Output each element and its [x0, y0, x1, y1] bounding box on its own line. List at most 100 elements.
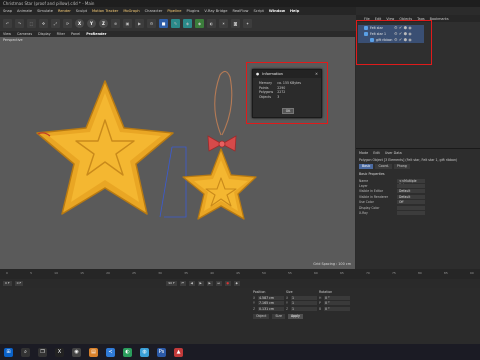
- vscode-icon[interactable]: ≺: [106, 347, 115, 357]
- position-x-field[interactable]: 4.587 cm: [258, 295, 284, 300]
- viewport-menu-display[interactable]: Display: [38, 32, 51, 36]
- display-color-swatch[interactable]: [397, 205, 425, 210]
- size-z-field[interactable]: 1: [291, 306, 317, 311]
- start-frame-field[interactable]: 0 F: [14, 281, 24, 286]
- search-icon[interactable]: ⌕: [21, 347, 30, 357]
- axis-z-button[interactable]: Z: [99, 18, 108, 28]
- tab-phong[interactable]: Phong: [393, 164, 410, 169]
- big-felt-star: [36, 80, 174, 215]
- current-frame-field[interactable]: 0 F: [3, 281, 12, 286]
- section-title: Basic Properties: [359, 172, 385, 176]
- xray-checkbox[interactable]: [397, 211, 425, 216]
- array-icon[interactable]: ◆: [195, 18, 204, 28]
- render-picture-icon[interactable]: ▶: [135, 18, 144, 28]
- edge-icon[interactable]: ◐: [123, 347, 132, 357]
- axis-y-button[interactable]: Y: [87, 18, 96, 28]
- rotation-h-field[interactable]: 0 °: [324, 295, 350, 300]
- menu-pipeline[interactable]: Pipeline: [167, 9, 181, 13]
- cinema4d-icon[interactable]: ◉: [72, 347, 81, 357]
- menu-sculpt[interactable]: Sculpt: [76, 9, 87, 13]
- scale-icon[interactable]: ⤢: [51, 18, 60, 28]
- visible-renderer-select[interactable]: Default: [397, 194, 425, 199]
- tick-label: 80: [417, 270, 422, 275]
- viewport-menu-view[interactable]: View: [3, 32, 11, 36]
- step-forward-icon[interactable]: ▶: [206, 281, 213, 286]
- am-menu-mode[interactable]: Mode: [359, 151, 368, 155]
- coordinate-mode-select[interactable]: Object: [253, 313, 270, 319]
- position-y-field[interactable]: 7.165 cm: [258, 301, 284, 306]
- subdivision-icon[interactable]: ◈: [183, 18, 192, 28]
- use-color-select[interactable]: Off: [397, 200, 425, 205]
- viewport-menu-prorender[interactable]: ProRender: [86, 32, 106, 36]
- rotation-b-field[interactable]: 0 °: [324, 306, 350, 311]
- tab-coord[interactable]: Coord.: [375, 164, 392, 169]
- light-icon[interactable]: ✦: [243, 18, 252, 28]
- tick-label: 60: [314, 270, 318, 275]
- size-y-field[interactable]: 1: [291, 301, 317, 306]
- position-z-field[interactable]: 0.131 cm: [258, 306, 284, 311]
- render-settings-icon[interactable]: ⚙: [147, 18, 156, 28]
- coordinate-row: X 4.587 cm X 1 H 0 °: [250, 295, 356, 301]
- menu-animate[interactable]: Animate: [17, 9, 32, 13]
- viewport-menu-cameras[interactable]: Cameras: [17, 32, 32, 36]
- viewport-menu-filter[interactable]: Filter: [57, 32, 65, 36]
- undo-icon[interactable]: ↶: [3, 18, 12, 28]
- start-icon[interactable]: ⊞: [4, 347, 13, 357]
- layer-field[interactable]: [397, 184, 425, 189]
- menu-snap[interactable]: Snap: [3, 9, 12, 13]
- rotate-icon[interactable]: ⟳: [63, 18, 72, 28]
- name-field[interactable]: <<Multiple Values>>: [397, 178, 425, 187]
- rotation-p-field[interactable]: 0 °: [324, 301, 350, 306]
- tab-basic[interactable]: Basic: [359, 164, 374, 169]
- play-icon[interactable]: ▶: [197, 281, 204, 286]
- menu-realflow[interactable]: RealFlow: [233, 9, 249, 13]
- record-icon[interactable]: ●: [224, 281, 231, 286]
- photoshop-icon[interactable]: Ps: [157, 347, 166, 357]
- menu-window[interactable]: Window: [269, 9, 285, 13]
- browser-icon[interactable]: ◍: [140, 347, 149, 357]
- cube-icon[interactable]: ■: [159, 18, 168, 28]
- tick-label: 55: [288, 270, 292, 275]
- select-icon[interactable]: ⬚: [27, 18, 36, 28]
- redo-icon[interactable]: ↷: [15, 18, 24, 28]
- step-back-icon[interactable]: ◀: [188, 281, 195, 286]
- keyframe-icon[interactable]: ◆: [233, 281, 240, 286]
- om-menu-bookmarks[interactable]: Bookmarks: [430, 17, 449, 21]
- coordinate-system-icon[interactable]: ⊕: [111, 18, 120, 28]
- viewport-menu-panel[interactable]: Panel: [71, 32, 80, 36]
- transport-bar: 0 F 0 F 90 F ⏮ ◀ ▶ ▶ ⏭ ● ◆: [0, 279, 480, 288]
- camera-icon[interactable]: ◙: [231, 18, 240, 28]
- rotation-header: Rotation: [319, 290, 333, 294]
- visible-editor-select[interactable]: Default: [397, 189, 425, 194]
- x-app-icon[interactable]: X: [55, 347, 64, 357]
- size-mode-select[interactable]: Size: [272, 313, 285, 319]
- size-x-field[interactable]: 1: [291, 295, 317, 300]
- menu-help[interactable]: Help: [290, 9, 299, 13]
- app-icon[interactable]: ▲: [174, 347, 183, 357]
- attribute-label: Visible in Editor: [359, 189, 384, 194]
- axis-label: P: [319, 301, 321, 306]
- go-to-end-icon[interactable]: ⏭: [215, 281, 222, 286]
- pen-icon[interactable]: ✎: [171, 18, 180, 28]
- go-to-start-icon[interactable]: ⏮: [179, 281, 186, 286]
- render-view-icon[interactable]: ▣: [123, 18, 132, 28]
- axis-x-button[interactable]: X: [75, 18, 84, 28]
- deformer-icon[interactable]: ◐: [207, 18, 216, 28]
- menu-script[interactable]: Script: [253, 9, 263, 13]
- environment-icon[interactable]: ☀: [219, 18, 228, 28]
- am-menu-user-data[interactable]: User Data: [385, 151, 402, 155]
- menu-character[interactable]: Character: [145, 9, 163, 13]
- attribute-label: Use Color: [359, 200, 374, 205]
- menu-plugins[interactable]: Plugins: [186, 9, 199, 13]
- apply-button[interactable]: Apply: [287, 313, 303, 319]
- task-view-icon[interactable]: ❐: [38, 347, 47, 357]
- menu-motion-tracker[interactable]: Motion Tracker: [92, 9, 118, 13]
- menu-vray-bridge[interactable]: V-Ray Bridge: [204, 9, 227, 13]
- menu-render[interactable]: Render: [58, 9, 71, 13]
- end-frame-field[interactable]: 90 F: [166, 281, 177, 286]
- move-icon[interactable]: ✥: [39, 18, 48, 28]
- menu-mograph[interactable]: MoGraph: [123, 9, 139, 13]
- folder-icon[interactable]: ▤: [89, 347, 98, 357]
- am-menu-edit[interactable]: Edit: [373, 151, 380, 155]
- menu-simulate[interactable]: Simulate: [37, 9, 53, 13]
